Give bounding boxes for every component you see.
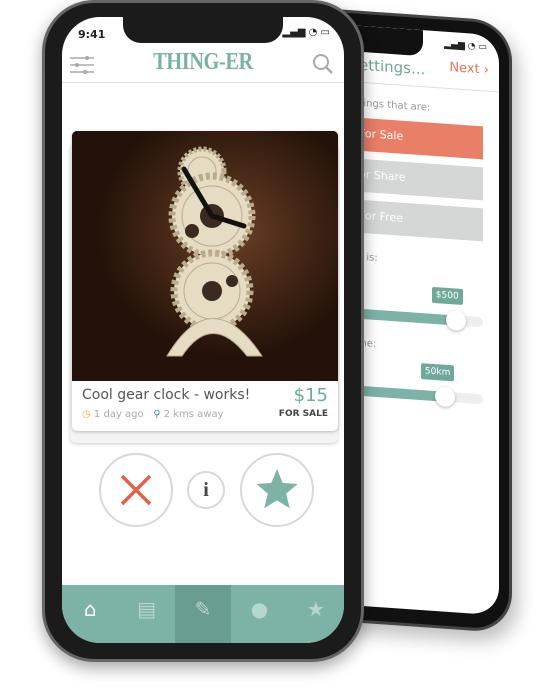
things-label: hings that are:	[357, 97, 431, 114]
app-header: THING-ER	[62, 47, 344, 83]
chat-icon: ▤	[137, 597, 157, 621]
search-icon[interactable]	[312, 53, 334, 75]
info-button[interactable]: i	[187, 471, 225, 509]
star-icon	[256, 469, 298, 509]
distance-slider[interactable]: 50km	[347, 363, 483, 408]
status-icons: ▂▄▆ ◔ ▭	[282, 27, 330, 38]
tab-post[interactable]: ✎	[174, 585, 232, 643]
edit-icon: ✎	[194, 597, 212, 621]
option-for-free[interactable]: For Free	[347, 198, 483, 242]
item-photo	[72, 131, 338, 381]
next-button[interactable]: Next ›	[449, 60, 489, 78]
item-meta: ◷ 1 day ago ⚲ 2 kms away	[82, 409, 224, 420]
price-slider-handle[interactable]	[445, 309, 466, 332]
tab-bar: ⌂ ▤ ✎ ● ★	[62, 585, 344, 643]
tab-home[interactable]: ⌂	[62, 585, 118, 643]
distance-value: 50km	[420, 363, 455, 382]
tab-messages[interactable]: ▤	[118, 585, 174, 643]
item-title: Cool gear clock - works!	[82, 387, 251, 403]
info-icon: i	[203, 478, 209, 501]
tab-profile[interactable]: ●	[231, 585, 287, 643]
option-for-sale[interactable]: For Sale	[347, 116, 483, 160]
option-for-share[interactable]: or Share	[347, 157, 483, 201]
close-icon	[120, 474, 152, 506]
profile-icon: ●	[250, 597, 269, 621]
distance-slider-handle[interactable]	[434, 386, 455, 408]
app-logo: THING-ER	[153, 49, 253, 75]
favorite-button[interactable]	[240, 453, 314, 527]
posted-time: 1 day ago	[93, 409, 144, 420]
item-distance: 2 kms away	[163, 409, 224, 420]
reject-button[interactable]	[99, 453, 173, 527]
status-time: 9:41	[78, 28, 106, 41]
star-icon: ★	[306, 597, 325, 621]
location-pin-icon: ⚲	[153, 409, 161, 420]
tab-favorites[interactable]: ★	[288, 585, 344, 643]
home-icon: ⌂	[83, 597, 97, 621]
price-slider[interactable]: $500	[347, 286, 483, 332]
main-phone: 9:41 ▂▄▆ ◔ ▭ THING-ER Cool gear clock - …	[42, 0, 364, 662]
status-icons: ▂▄▆ ◔ ▭	[444, 39, 487, 53]
price-value: $500	[431, 286, 463, 305]
notch	[123, 17, 283, 43]
item-price: $15	[293, 385, 328, 406]
settings-screen: ▂▄▆ ◔ ▭ ettings... Next › hings that are…	[347, 24, 499, 616]
item-type: FOR SALE	[278, 409, 328, 419]
settings-title: ettings...	[359, 55, 426, 79]
item-card[interactable]: Cool gear clock - works! ◷ 1 day ago ⚲ 2…	[72, 131, 338, 431]
clock-icon: ◷	[82, 409, 91, 420]
main-screen: 9:41 ▂▄▆ ◔ ▭ THING-ER Cool gear clock - …	[62, 17, 344, 643]
